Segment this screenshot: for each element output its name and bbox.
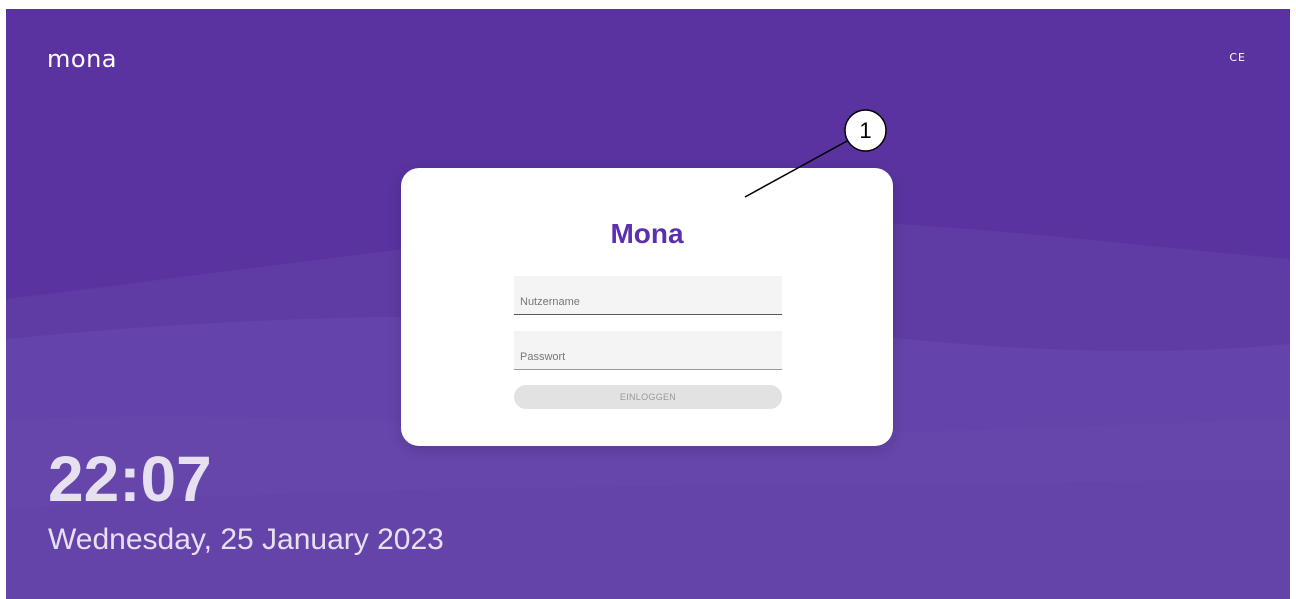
password-input[interactable] (514, 331, 782, 369)
password-field[interactable] (514, 331, 782, 370)
login-screen: mona CE Mona EINLOGGEN 22:07 Wednesday, … (6, 9, 1290, 599)
username-field[interactable] (514, 276, 782, 315)
login-title: Mona (610, 218, 684, 249)
clock-time: 22:07 (48, 443, 212, 515)
login-button[interactable]: EINLOGGEN (514, 385, 782, 409)
ce-mark-icon: CE (1229, 51, 1246, 64)
login-card: Mona EINLOGGEN (401, 168, 893, 446)
callout-label: 1 (859, 118, 872, 143)
clock-date: Wednesday, 25 January 2023 (48, 523, 444, 556)
brand-logo: mona (47, 45, 117, 73)
username-input[interactable] (514, 276, 782, 314)
